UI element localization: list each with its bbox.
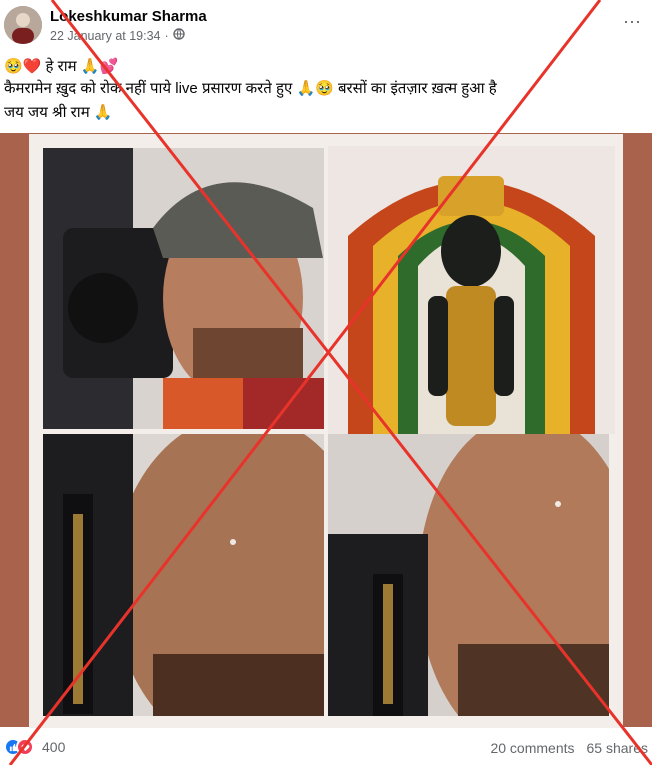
love-icon <box>16 738 34 756</box>
post-image[interactable] <box>29 134 623 728</box>
globe-icon <box>172 28 185 43</box>
more-options-icon[interactable]: ⋯ <box>623 12 642 33</box>
post-footer: 400 20 comments 65 shares <box>0 730 652 765</box>
dot-separator: · <box>164 28 169 43</box>
post-timestamp[interactable]: 22 January at 19:34 <box>50 29 161 43</box>
cameraman-tears-closeup-right <box>328 434 609 716</box>
author-name[interactable]: Lokeshkumar Sharma <box>50 8 207 25</box>
post-text-line-3: जय जय श्री राम 🙏 <box>4 104 113 121</box>
ram-lalla-idol <box>328 146 615 434</box>
comments-count[interactable]: 20 comments <box>490 740 574 756</box>
reaction-count: 400 <box>42 739 66 755</box>
shares-count[interactable]: 65 shares <box>587 740 648 756</box>
crying-cameraman-cap <box>43 148 324 429</box>
post-text-line-1: 🥹❤️ हे राम 🙏💕 <box>4 58 119 75</box>
avatar[interactable] <box>4 6 42 44</box>
reaction-summary[interactable]: 400 <box>4 738 65 756</box>
post-stats: 20 comments 65 shares <box>490 740 648 756</box>
post-text-line-2: कैमरामेन ख़ुद को रोक नहीं पाये live प्रस… <box>4 80 497 97</box>
cameraman-tears-closeup-left <box>43 434 324 716</box>
post-meta: 22 January at 19:34 · <box>50 28 185 43</box>
facebook-post: Lokeshkumar Sharma 22 January at 19:34 ·… <box>0 0 652 765</box>
